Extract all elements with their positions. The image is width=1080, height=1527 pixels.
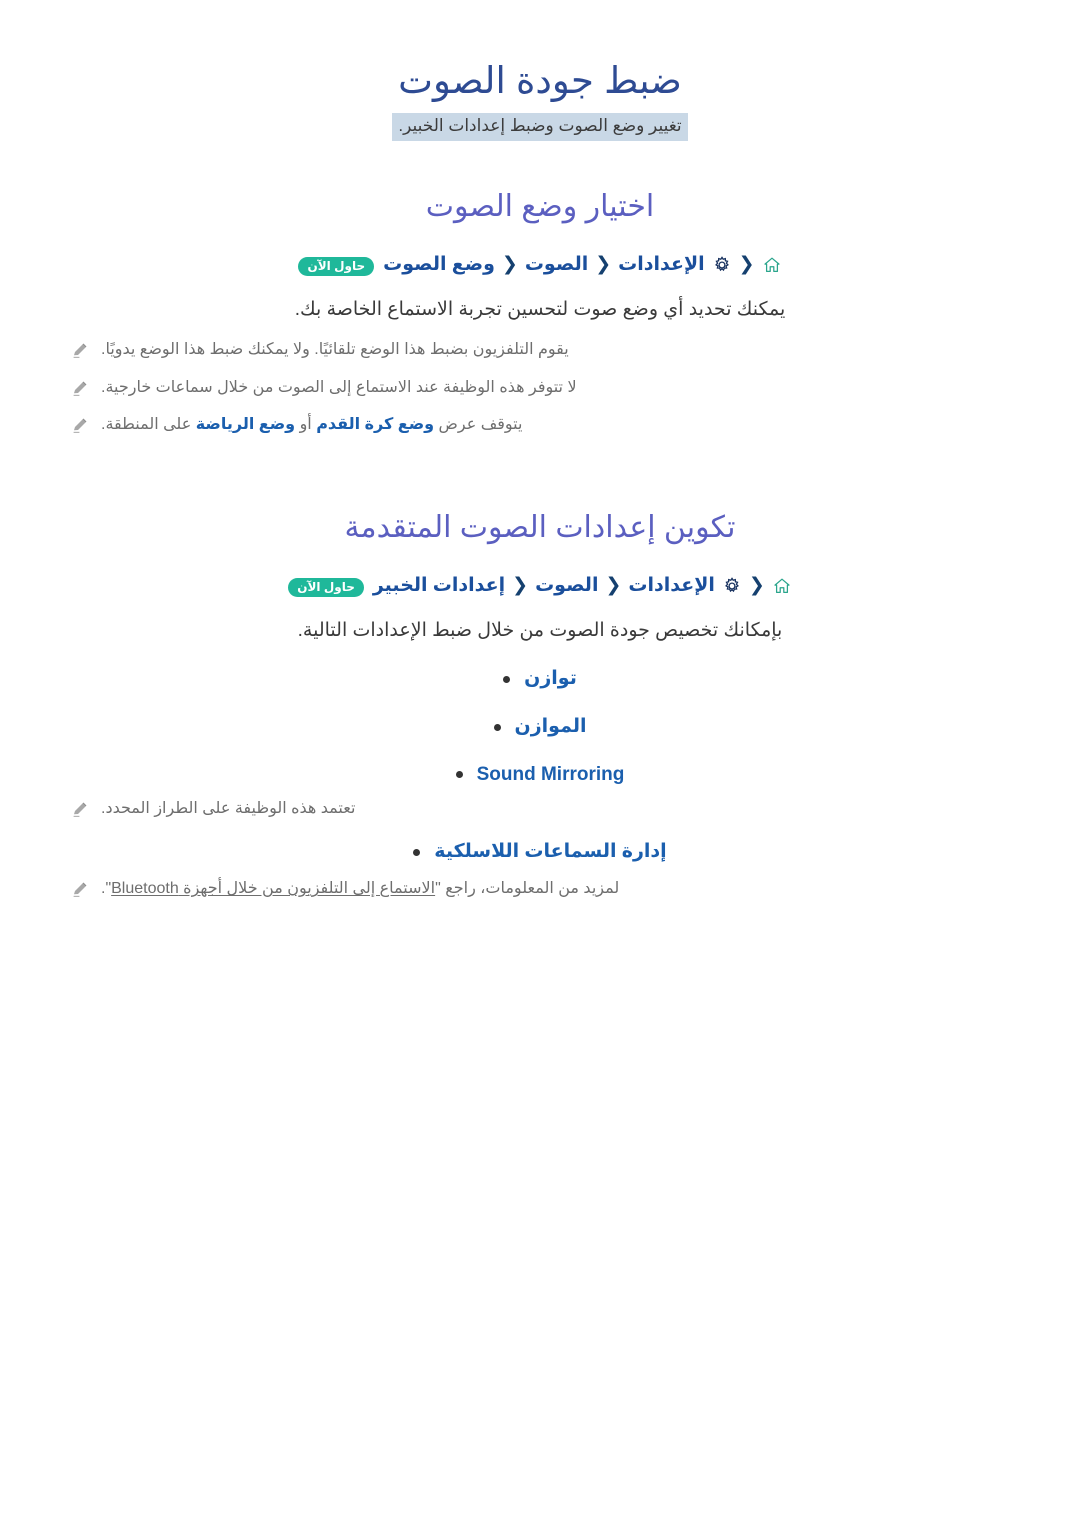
page-subtitle-wrap: تغيير وضع الصوت وضبط إعدادات الخبير. bbox=[60, 113, 1020, 142]
list-item: إدارة السماعات اللاسلكية bbox=[60, 840, 1020, 865]
note-row: يقوم التلفزيون بضبط هذا الوضع تلقائيًا. … bbox=[60, 338, 1020, 361]
pencil-icon bbox=[70, 378, 90, 398]
pencil-icon bbox=[70, 415, 90, 435]
page-header: ضبط جودة الصوت تغيير وضع الصوت وضبط إعدا… bbox=[60, 0, 1020, 142]
section-sound-mode: اختيار وضع الصوت ❮ الإعدادات ❮ الصوت ❮ و… bbox=[60, 187, 1020, 436]
chevron-left-icon: ❮ bbox=[512, 574, 529, 596]
note-row: تعتمد هذه الوظيفة على الطراز المحدد. bbox=[60, 797, 1020, 820]
section-advanced-sound: تكوين إعدادات الصوت المتقدمة ❮ الإعدادات… bbox=[60, 508, 1020, 900]
list-item-label-wireless-speaker-manager[interactable]: إدارة السماعات اللاسلكية bbox=[434, 840, 666, 865]
page-subtitle: تغيير وضع الصوت وضبط إعدادات الخبير. bbox=[392, 113, 688, 142]
pencil-icon bbox=[70, 340, 90, 360]
section-title: تكوين إعدادات الصوت المتقدمة bbox=[344, 510, 736, 544]
gear-icon bbox=[712, 255, 732, 275]
pencil-icon bbox=[70, 879, 90, 899]
manual-page: ضبط جودة الصوت تغيير وضع الصوت وضبط إعدا… bbox=[0, 0, 1080, 1527]
breadcrumb-item-sound[interactable]: الصوت bbox=[525, 252, 588, 279]
list-item-label-sound-mirroring[interactable]: Sound Mirroring bbox=[477, 763, 625, 788]
breadcrumb: ❮ الإعدادات ❮ الصوت ❮ إعدادات الخبير حاو… bbox=[60, 573, 1020, 604]
breadcrumb-item-sound-mode[interactable]: وضع الصوت bbox=[383, 252, 495, 279]
note-row: يتوقف عرض وضع كرة القدم أو وضع الرياضة ع… bbox=[60, 413, 1020, 436]
bullet-dot-icon bbox=[455, 771, 463, 779]
bullet-dot-icon bbox=[503, 675, 511, 683]
chevron-left-icon: ❮ bbox=[605, 574, 622, 596]
list-item: توازن bbox=[60, 667, 1020, 692]
note-text: يقوم التلفزيون بضبط هذا الوضع تلقائيًا. … bbox=[101, 341, 569, 359]
chevron-left-icon: ❮ bbox=[501, 253, 518, 275]
emphasis-football-mode: وضع كرة القدم bbox=[316, 415, 435, 433]
note-text: تعتمد هذه الوظيفة على الطراز المحدد. bbox=[101, 800, 356, 818]
list-item-label-equalizer[interactable]: الموازن bbox=[515, 715, 587, 740]
home-icon bbox=[762, 255, 782, 275]
gear-icon bbox=[722, 576, 742, 596]
chevron-left-icon: ❮ bbox=[738, 253, 755, 275]
chevron-left-icon: ❮ bbox=[748, 574, 765, 596]
list-item-label-balance[interactable]: توازن bbox=[524, 667, 577, 692]
note-row: لمزيد من المعلومات، راجع "الاستماع إلى ا… bbox=[60, 877, 1020, 900]
note-text: يتوقف عرض وضع كرة القدم أو وضع الرياضة ع… bbox=[101, 415, 523, 433]
note-text: لا تتوفر هذه الوظيفة عند الاستماع إلى ال… bbox=[101, 378, 577, 396]
pencil-icon bbox=[70, 799, 90, 819]
page-title: ضبط جودة الصوت bbox=[398, 60, 682, 101]
section-title: اختيار وضع الصوت bbox=[425, 190, 655, 224]
home-icon bbox=[772, 576, 792, 596]
list-item: الموازن bbox=[60, 715, 1020, 740]
breadcrumb-item-settings[interactable]: الإعدادات bbox=[628, 573, 714, 600]
settings-list: توازن الموازن Sound Mirroring bbox=[60, 667, 1020, 787]
breadcrumb-item-expert-settings[interactable]: إعدادات الخبير bbox=[373, 573, 505, 600]
try-now-badge[interactable]: حاول الآن bbox=[298, 256, 375, 276]
reference-link-bluetooth[interactable]: الاستماع إلى التلفزيون من خلال أجهزة Blu… bbox=[111, 880, 435, 897]
emphasis-sports-mode: وضع الرياضة bbox=[195, 415, 296, 433]
list-item: Sound Mirroring bbox=[60, 763, 1020, 788]
breadcrumb: ❮ الإعدادات ❮ الصوت ❮ وضع الصوت حاول الآ… bbox=[60, 252, 1020, 283]
note-row: لا تتوفر هذه الوظيفة عند الاستماع إلى ال… bbox=[60, 376, 1020, 399]
bullet-dot-icon bbox=[493, 723, 501, 731]
try-now-badge[interactable]: حاول الآن bbox=[288, 577, 364, 597]
breadcrumb-item-sound[interactable]: الصوت bbox=[535, 573, 598, 600]
section-body-text: بإمكانك تخصيص جودة الصوت من خلال ضبط الإ… bbox=[297, 619, 783, 641]
bullet-dot-icon bbox=[413, 849, 421, 857]
note-text: لمزيد من المعلومات، راجع "الاستماع إلى ا… bbox=[101, 880, 620, 898]
settings-list-continued: إدارة السماعات اللاسلكية bbox=[60, 840, 1020, 865]
breadcrumb-item-settings[interactable]: الإعدادات bbox=[618, 252, 704, 279]
chevron-left-icon: ❮ bbox=[595, 253, 612, 275]
section-body-text: يمكنك تحديد أي وضع صوت لتحسين تجربة الاس… bbox=[294, 298, 786, 320]
